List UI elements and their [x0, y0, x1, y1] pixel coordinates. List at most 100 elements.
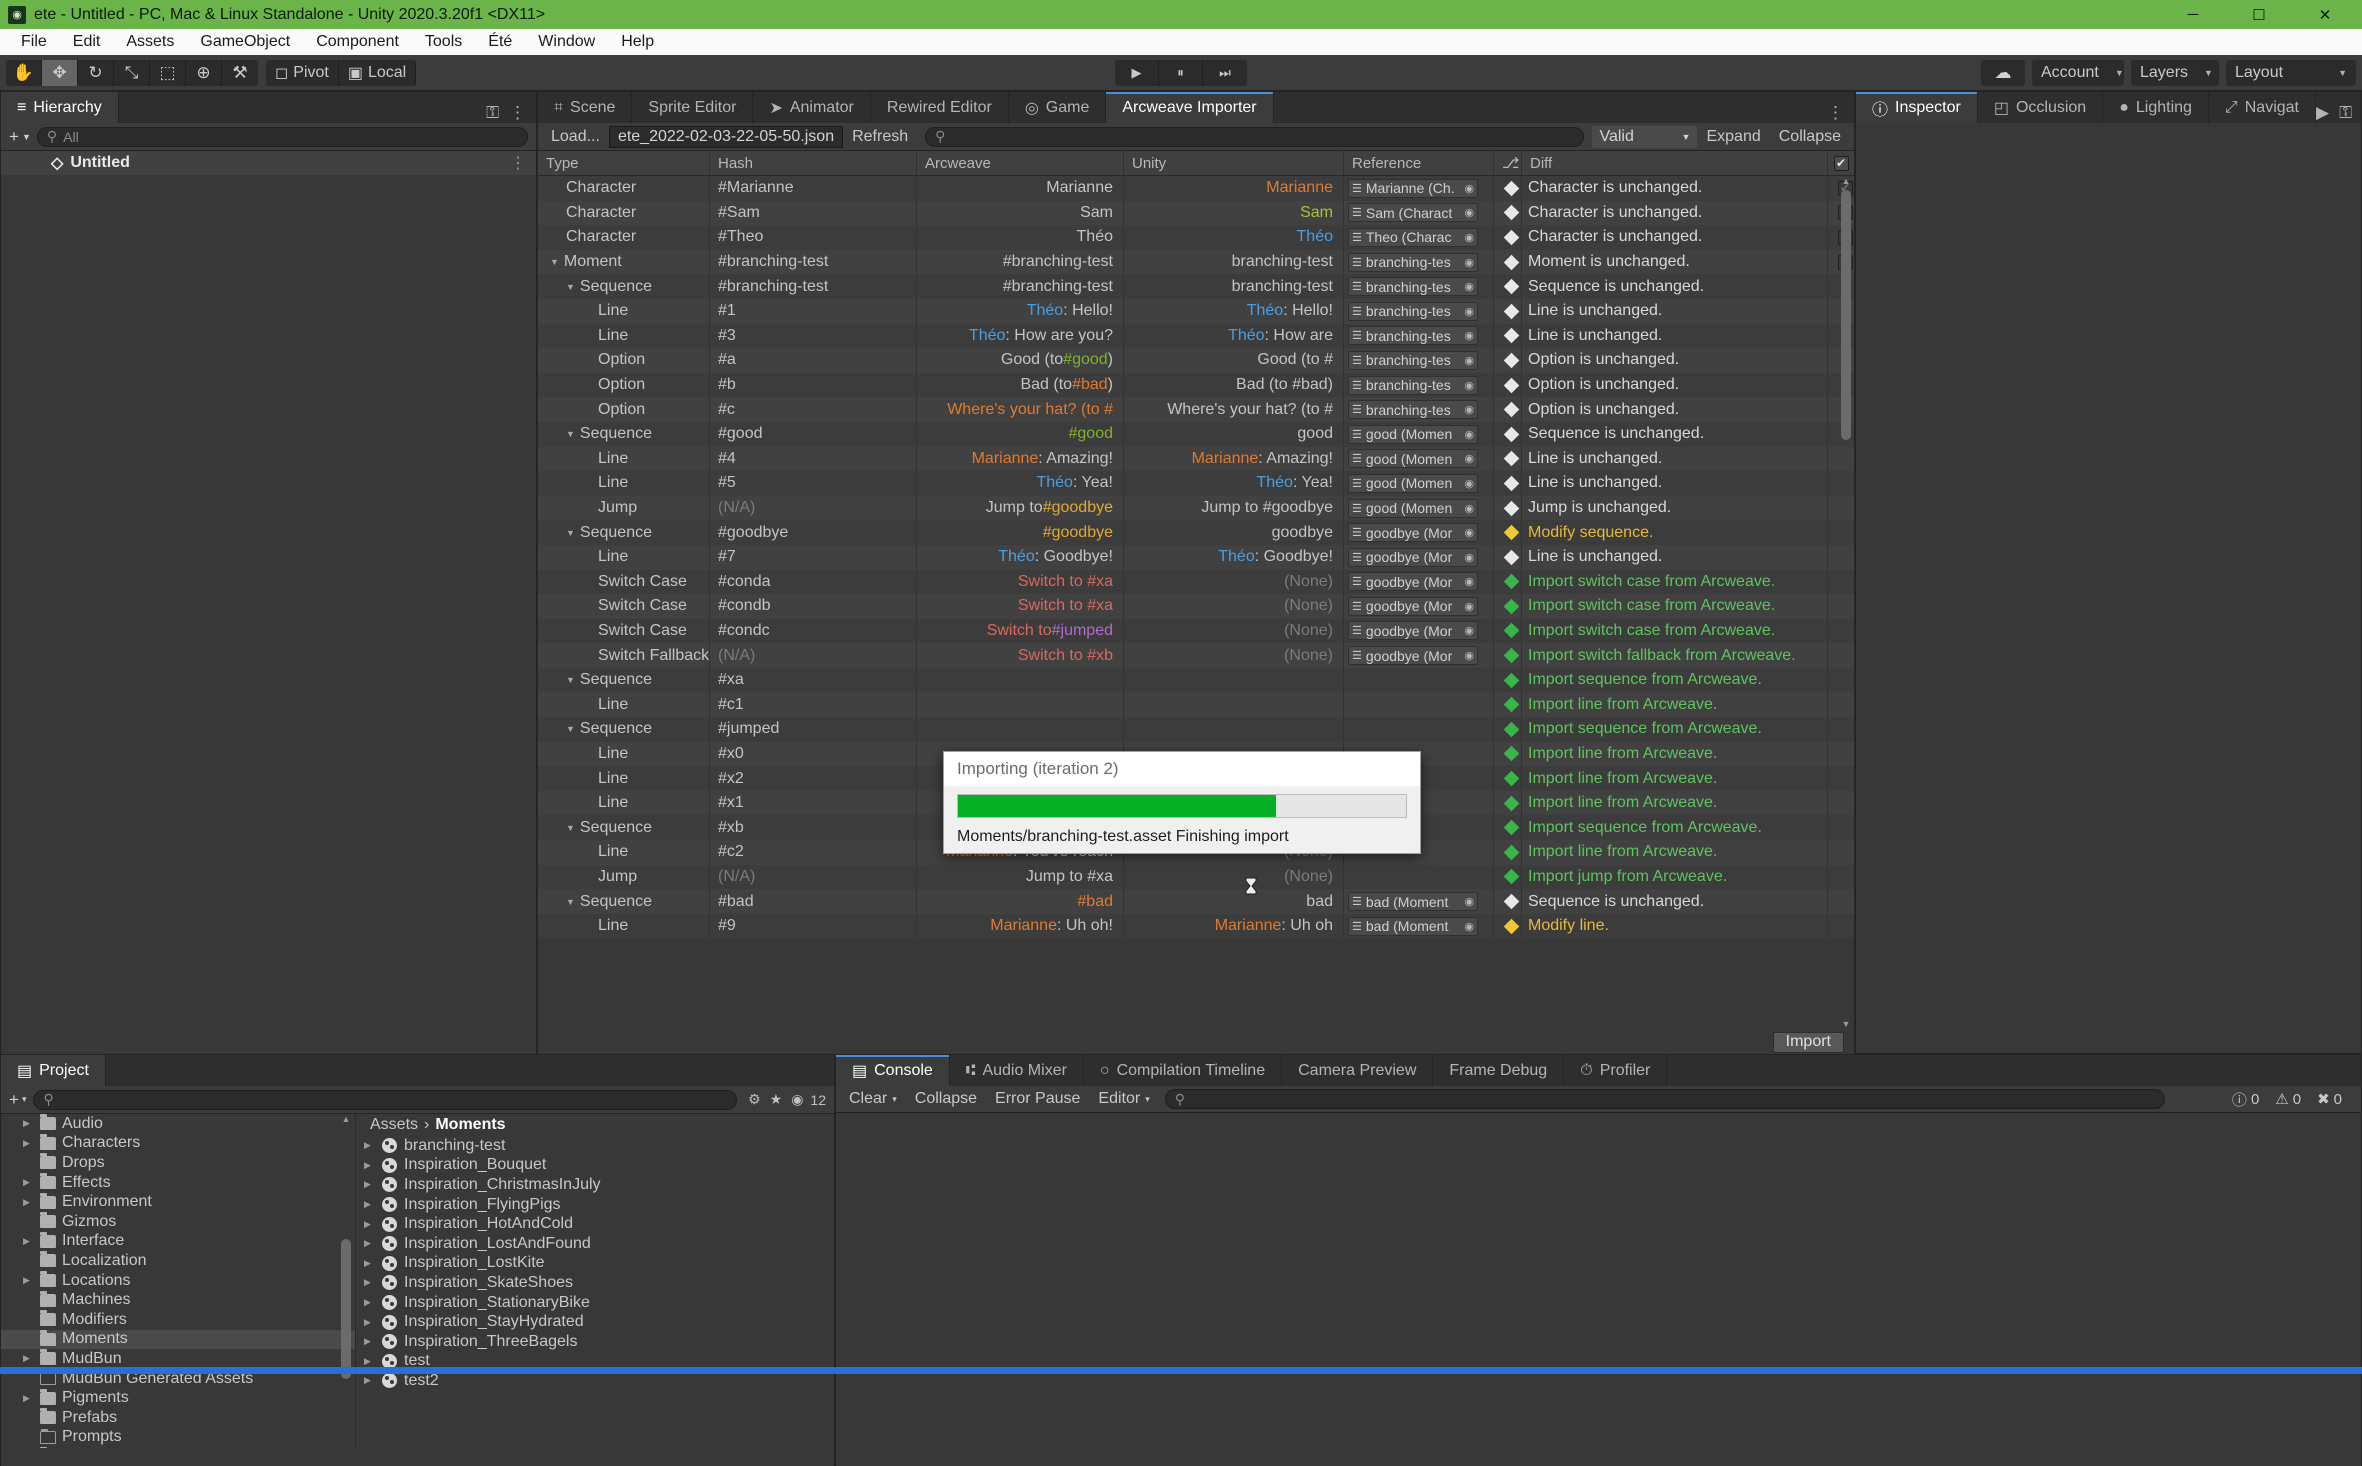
column-header-hash[interactable]: Hash: [710, 151, 917, 176]
object-picker-icon[interactable]: ◉: [1464, 280, 1474, 293]
load-button[interactable]: Load...: [542, 126, 609, 148]
hierarchy-search-input[interactable]: ⚲ All: [37, 127, 528, 147]
overflow-icon[interactable]: ▶: [2316, 103, 2329, 123]
table-row[interactable]: ▼Sequence#branching-test#branching-testb…: [538, 274, 1854, 299]
object-picker-icon[interactable]: ◉: [1464, 502, 1474, 515]
select-all-checkbox[interactable]: ✔: [1834, 156, 1849, 171]
reference-object-field[interactable]: ☰bad (Moment◉: [1348, 917, 1478, 936]
expand-arrow-icon[interactable]: ▶: [23, 1177, 34, 1188]
expand-arrow-icon[interactable]: ▶: [23, 1236, 34, 1247]
account-dropdown[interactable]: Account ▼: [2032, 60, 2124, 86]
reference-object-field[interactable]: ☰branching-tes◉: [1348, 302, 1478, 321]
tab-scene[interactable]: ⌗Scene: [538, 92, 632, 123]
folder-tree-item[interactable]: Prefabs: [1, 1408, 355, 1428]
asset-list-item[interactable]: ▶Inspiration_Bouquet: [356, 1156, 834, 1176]
tab-hierarchy[interactable]: ≡ Hierarchy: [1, 92, 119, 123]
reference-object-field[interactable]: ☰branching-tes◉: [1348, 277, 1478, 296]
table-row[interactable]: ▼Sequence#bad#badbad☰bad (Moment◉Sequenc…: [538, 889, 1854, 914]
object-picker-icon[interactable]: ◉: [1464, 920, 1474, 933]
tab-rewired-editor[interactable]: Rewired Editor: [871, 92, 1009, 123]
pivot-toggle[interactable]: ◻ Pivot: [266, 60, 339, 86]
expand-arrow-icon[interactable]: ▶: [364, 1179, 375, 1190]
expand-twisty-icon[interactable]: ▼: [550, 257, 559, 267]
maximize-button[interactable]: ☐: [2226, 0, 2292, 29]
table-row[interactable]: Switch Fallback(N/A)Switch to #xb(None)☰…: [538, 643, 1854, 668]
reference-object-field[interactable]: ☰goodbye (Mor◉: [1348, 523, 1478, 542]
error-pause-toggle[interactable]: Error Pause: [986, 1089, 1089, 1110]
asset-list-item[interactable]: ▶branching-test: [356, 1136, 834, 1156]
folder-tree-item[interactable]: Machines: [1, 1290, 355, 1310]
reference-object-field[interactable]: ☰good (Momen◉: [1348, 474, 1478, 493]
object-picker-icon[interactable]: ◉: [1464, 182, 1474, 195]
tab-inspector[interactable]: ⓘInspector: [1856, 92, 1978, 123]
importer-search-input[interactable]: ⚲: [925, 127, 1584, 147]
step-button[interactable]: ⏭: [1203, 60, 1247, 86]
folder-tree-item[interactable]: Prompts: [1, 1428, 355, 1448]
expand-arrow-icon[interactable]: ▶: [364, 1219, 375, 1230]
expand-twisty-icon[interactable]: ▼: [566, 429, 575, 439]
object-picker-icon[interactable]: ◉: [1464, 354, 1474, 367]
table-row[interactable]: Line#7Théo: Goodbye!Théo: Goodbye!☰goodb…: [538, 545, 1854, 570]
minimize-button[interactable]: ─: [2160, 0, 2226, 29]
json-file-field[interactable]: ete_2022-02-03-22-05-50.json: [609, 126, 843, 148]
folder-tree-item[interactable]: Localization: [1, 1251, 355, 1271]
project-tree-scrollbar[interactable]: ▲: [340, 1114, 352, 1448]
expand-arrow-icon[interactable]: ▶: [364, 1297, 375, 1308]
column-header-unity[interactable]: Unity: [1124, 151, 1344, 176]
object-picker-icon[interactable]: ◉: [1464, 329, 1474, 342]
column-header-[interactable]: ⎇: [1494, 151, 1522, 176]
expand-arrow-icon[interactable]: ▶: [23, 1275, 34, 1286]
panel-menu-icon[interactable]: ⋮: [1827, 103, 1844, 123]
table-row[interactable]: Character#TheoThéoThéo☰Theo (Charac◉Char…: [538, 225, 1854, 250]
table-row[interactable]: Line#1Théo: Hello!Théo: Hello!☰branching…: [538, 299, 1854, 324]
object-picker-icon[interactable]: ◉: [1464, 428, 1474, 441]
tab-camera-preview[interactable]: Camera Preview: [1282, 1055, 1433, 1086]
refresh-button[interactable]: Refresh: [843, 126, 917, 148]
expand-arrow-icon[interactable]: ▶: [364, 1160, 375, 1171]
table-row[interactable]: Option#cWhere's your hat? (to #Where's y…: [538, 397, 1854, 422]
object-picker-icon[interactable]: ◉: [1464, 403, 1474, 416]
scrollbar-thumb[interactable]: [1841, 190, 1851, 440]
object-picker-icon[interactable]: ◉: [1464, 526, 1474, 539]
table-row[interactable]: Line#5Théo: Yea!Théo: Yea!☰good (Momen◉L…: [538, 471, 1854, 496]
breadcrumb-item[interactable]: Assets: [370, 1116, 418, 1134]
add-gameobject-button[interactable]: + ▼: [9, 127, 31, 147]
lock-icon[interactable]: ⚿: [2339, 103, 2352, 123]
clear-button[interactable]: Clear ▾: [840, 1089, 906, 1110]
panel-menu-icon[interactable]: ⋮: [509, 103, 526, 123]
expand-arrow-icon[interactable]: ▶: [364, 1258, 375, 1269]
rect-tool-icon[interactable]: ⬚: [150, 60, 186, 86]
folder-tree-item[interactable]: ▶Pigments: [1, 1388, 355, 1408]
reference-object-field[interactable]: ☰branching-tes◉: [1348, 351, 1478, 370]
table-row[interactable]: ▼Sequence#good#goodgood☰good (Momen◉Sequ…: [538, 422, 1854, 447]
scroll-up-arrow[interactable]: ▲: [1841, 176, 1851, 186]
table-row[interactable]: Option#bBad (to #bad)Bad (to #bad)☰branc…: [538, 373, 1854, 398]
reference-object-field[interactable]: ☰bad (Moment◉: [1348, 892, 1478, 911]
expand-button[interactable]: Expand: [1697, 126, 1769, 148]
table-row[interactable]: Line#3Théo: How are you?Théo: How are ☰b…: [538, 324, 1854, 349]
project-filter-icon-2[interactable]: ◉: [791, 1091, 803, 1108]
asset-list-item[interactable]: ▶Inspiration_ChristmasInJuly: [356, 1175, 834, 1195]
folder-tree-item[interactable]: Drops: [1, 1153, 355, 1173]
tab-profiler[interactable]: ⏱Profiler: [1564, 1055, 1667, 1086]
expand-arrow-icon[interactable]: ▶: [364, 1277, 375, 1288]
console-search-input[interactable]: ⚲: [1165, 1089, 2165, 1109]
folder-tree-item[interactable]: ▶Audio: [1, 1114, 355, 1134]
import-button[interactable]: Import: [1773, 1032, 1844, 1053]
asset-list-item[interactable]: ▶Inspiration_SkateShoes: [356, 1273, 834, 1293]
folder-tree-item[interactable]: ▶Locations: [1, 1271, 355, 1291]
reference-object-field[interactable]: ☰good (Momen◉: [1348, 499, 1478, 518]
table-row[interactable]: Jump(N/A)Jump to #xa(None)Import jump fr…: [538, 865, 1854, 890]
hand-tool-icon[interactable]: ✋: [6, 60, 42, 86]
expand-twisty-icon[interactable]: ▼: [566, 528, 575, 538]
asset-list-item[interactable]: ▶Inspiration_StationaryBike: [356, 1293, 834, 1313]
object-picker-icon[interactable]: ◉: [1464, 624, 1474, 637]
menu-edit[interactable]: Edit: [60, 31, 114, 53]
menu-window[interactable]: Window: [525, 31, 608, 53]
reference-object-field[interactable]: ☰branching-tes◉: [1348, 400, 1478, 419]
expand-arrow-icon[interactable]: ▶: [23, 1118, 34, 1129]
table-row[interactable]: ▼Sequence#goodbye#goodbyegoodbye☰goodbye…: [538, 520, 1854, 545]
reference-object-field[interactable]: ☰goodbye (Mor◉: [1348, 646, 1478, 665]
tab-animator[interactable]: ➤Animator: [753, 92, 870, 123]
reference-object-field[interactable]: ☰goodbye (Mor◉: [1348, 572, 1478, 591]
